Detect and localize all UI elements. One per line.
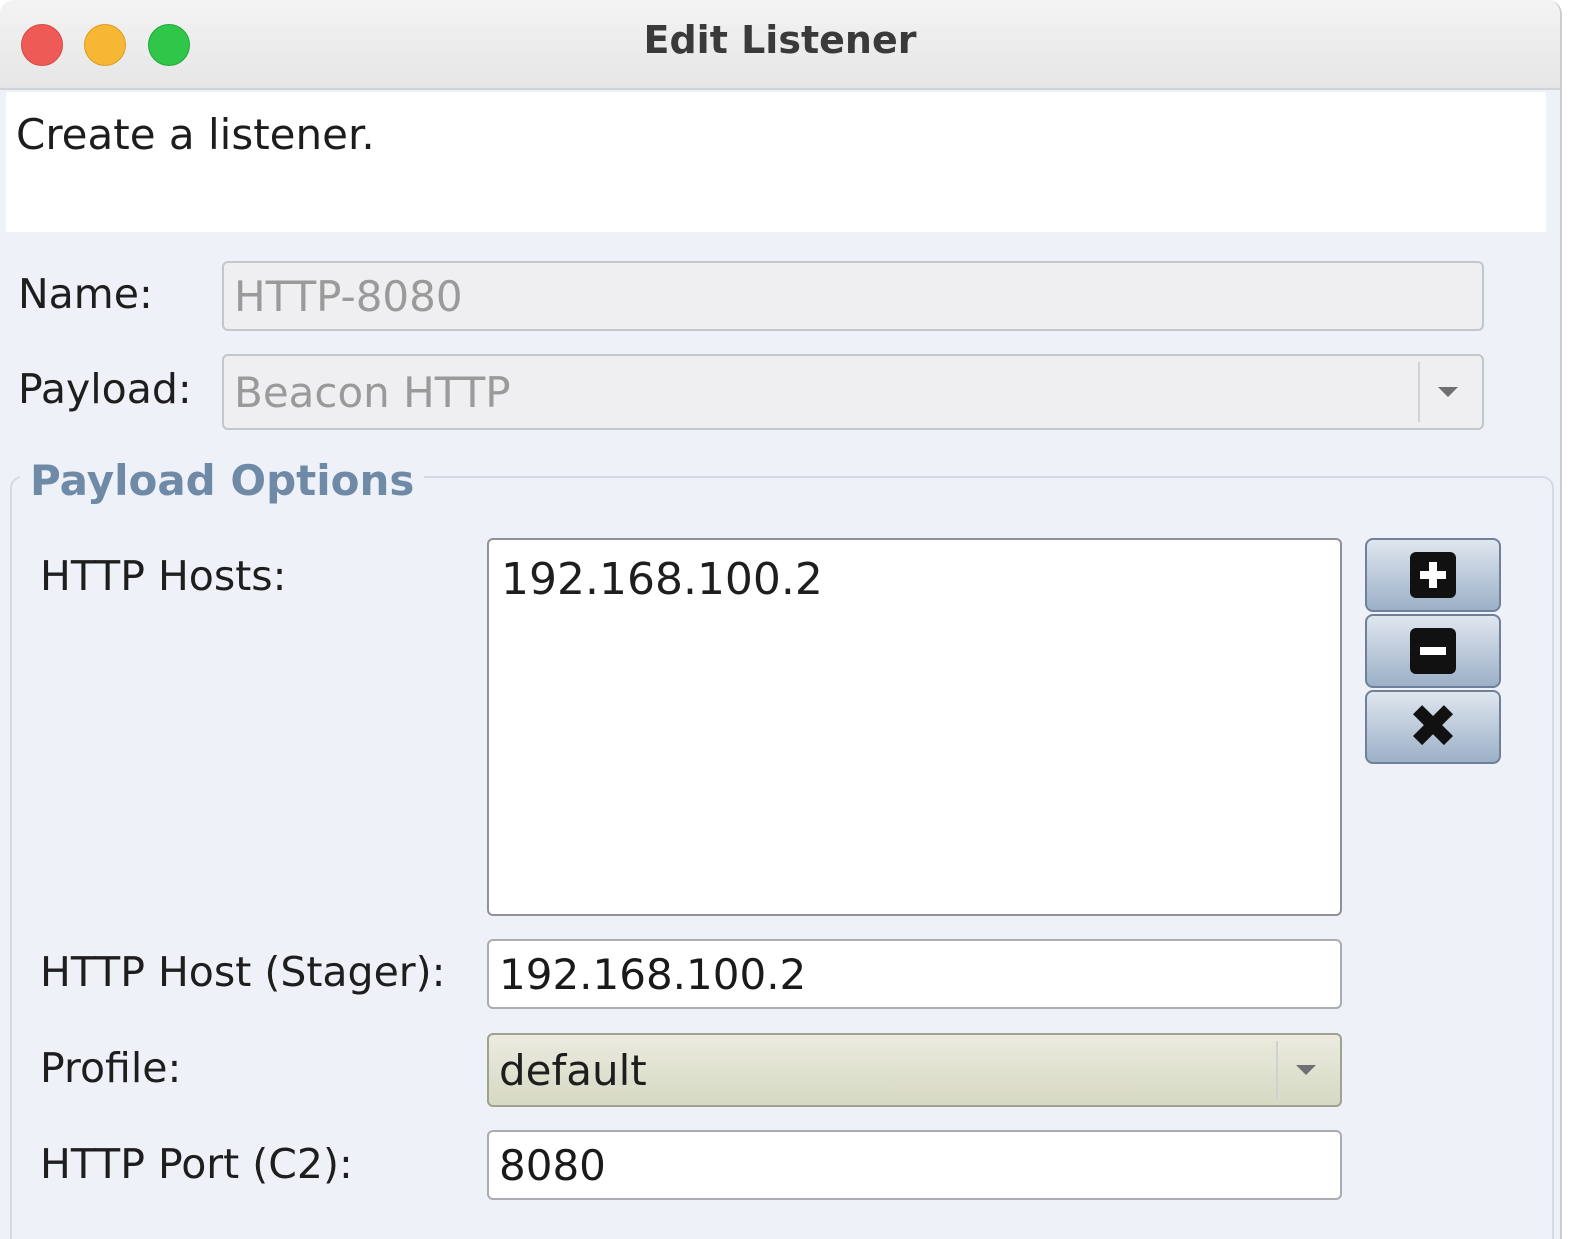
add-host-button[interactable] — [1365, 538, 1501, 612]
http-host-stager-value: 192.168.100.2 — [499, 949, 807, 999]
x-icon: ✖ — [1407, 692, 1459, 762]
description-area: Create a listener. — [6, 92, 1546, 232]
title-bar: Edit Listener — [0, 0, 1560, 90]
clear-hosts-button[interactable]: ✖ — [1365, 690, 1501, 764]
payload-label: Payload: — [18, 365, 192, 413]
payload-dropdown-button[interactable] — [1418, 362, 1476, 422]
window-title: Edit Listener — [643, 18, 917, 62]
name-field[interactable]: HTTP-8080 — [222, 261, 1484, 331]
payload-select-value: Beacon HTTP — [234, 367, 511, 417]
chevron-down-icon — [1438, 387, 1458, 397]
payload-options-title: Payload Options — [20, 456, 425, 505]
http-port-field[interactable]: 8080 — [487, 1130, 1342, 1200]
profile-dropdown-button[interactable] — [1276, 1041, 1334, 1099]
http-port-label: HTTP Port (C2): — [40, 1140, 353, 1188]
edit-listener-window: Edit Listener Create a listener. Name: H… — [0, 0, 1562, 1239]
profile-select-value: default — [499, 1045, 647, 1095]
payload-select[interactable]: Beacon HTTP — [222, 354, 1484, 430]
http-hosts-list[interactable]: 192.168.100.2 — [487, 538, 1342, 916]
name-label: Name: — [18, 270, 153, 318]
http-host-stager-field[interactable]: 192.168.100.2 — [487, 939, 1342, 1009]
http-hosts-label: HTTP Hosts: — [40, 552, 287, 600]
profile-select[interactable]: default — [487, 1033, 1342, 1107]
list-item[interactable]: 192.168.100.2 — [501, 554, 823, 605]
plus-icon — [1410, 552, 1456, 598]
http-host-stager-label: HTTP Host (Stager): — [40, 948, 446, 996]
description-text: Create a listener. — [16, 110, 375, 159]
http-port-value: 8080 — [499, 1140, 606, 1190]
profile-label: Profile: — [40, 1044, 182, 1092]
name-field-value: HTTP-8080 — [234, 271, 463, 321]
minus-icon — [1410, 628, 1456, 674]
remove-host-button[interactable] — [1365, 614, 1501, 688]
chevron-down-icon — [1296, 1065, 1316, 1075]
